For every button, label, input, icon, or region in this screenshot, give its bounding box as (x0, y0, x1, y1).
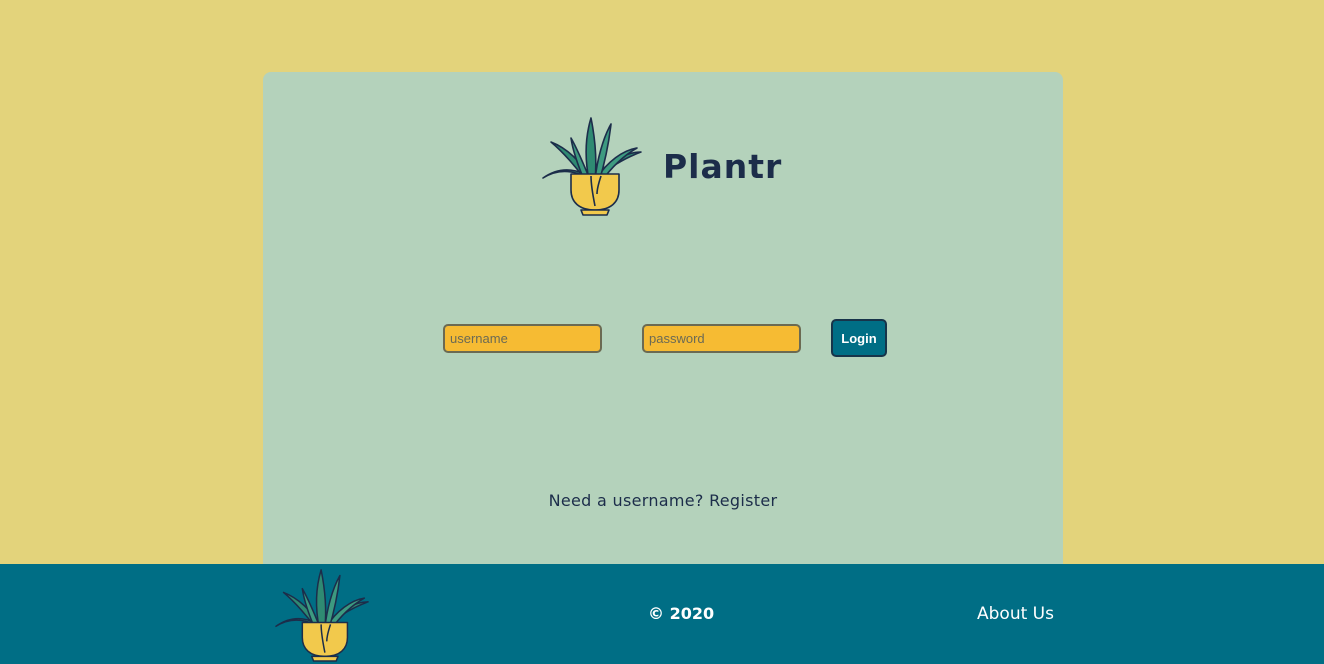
register-prompt-text: Need a username? (548, 491, 704, 510)
password-input[interactable] (642, 323, 801, 353)
login-card: Plantr Login Need a username? Register (263, 72, 1063, 564)
login-button[interactable]: Login (831, 319, 887, 357)
register-prompt: Need a username? Register (263, 491, 1063, 510)
copyright-text: © 2020 (648, 604, 715, 623)
login-form: Login (443, 319, 887, 357)
potted-plant-icon (541, 116, 645, 216)
register-link[interactable]: Register (709, 491, 777, 510)
footer: © 2020 About Us (0, 564, 1324, 664)
about-us-link[interactable]: About Us (977, 604, 1054, 624)
brand-header: Plantr (541, 116, 782, 216)
username-input[interactable] (443, 323, 602, 353)
app-title: Plantr (663, 146, 783, 186)
potted-plant-icon[interactable] (274, 568, 372, 662)
